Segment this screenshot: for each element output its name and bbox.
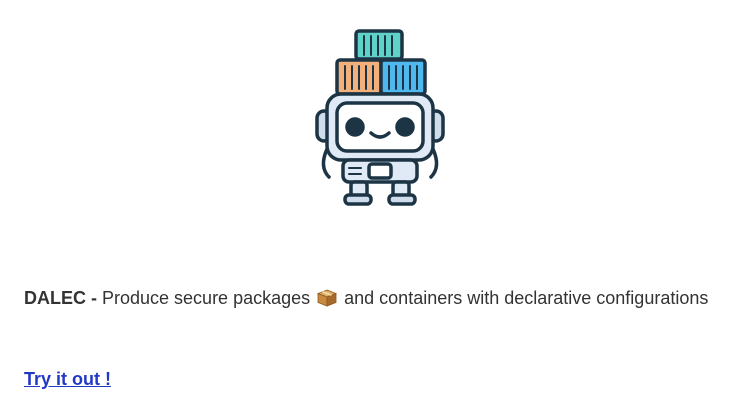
brand-name: DALEC - (24, 288, 97, 308)
intro-text-part-1: Produce secure packages (97, 288, 316, 308)
robot-carrying-containers-icon (315, 29, 445, 206)
try-it-out-link[interactable]: Try it out ! (24, 369, 111, 390)
intro-text: DALEC - Produce secure packages and cont… (24, 284, 724, 313)
intro-text-part-2: and containers with declarative configur… (339, 288, 709, 308)
package-icon (317, 289, 338, 307)
dalec-logo (313, 27, 447, 207)
